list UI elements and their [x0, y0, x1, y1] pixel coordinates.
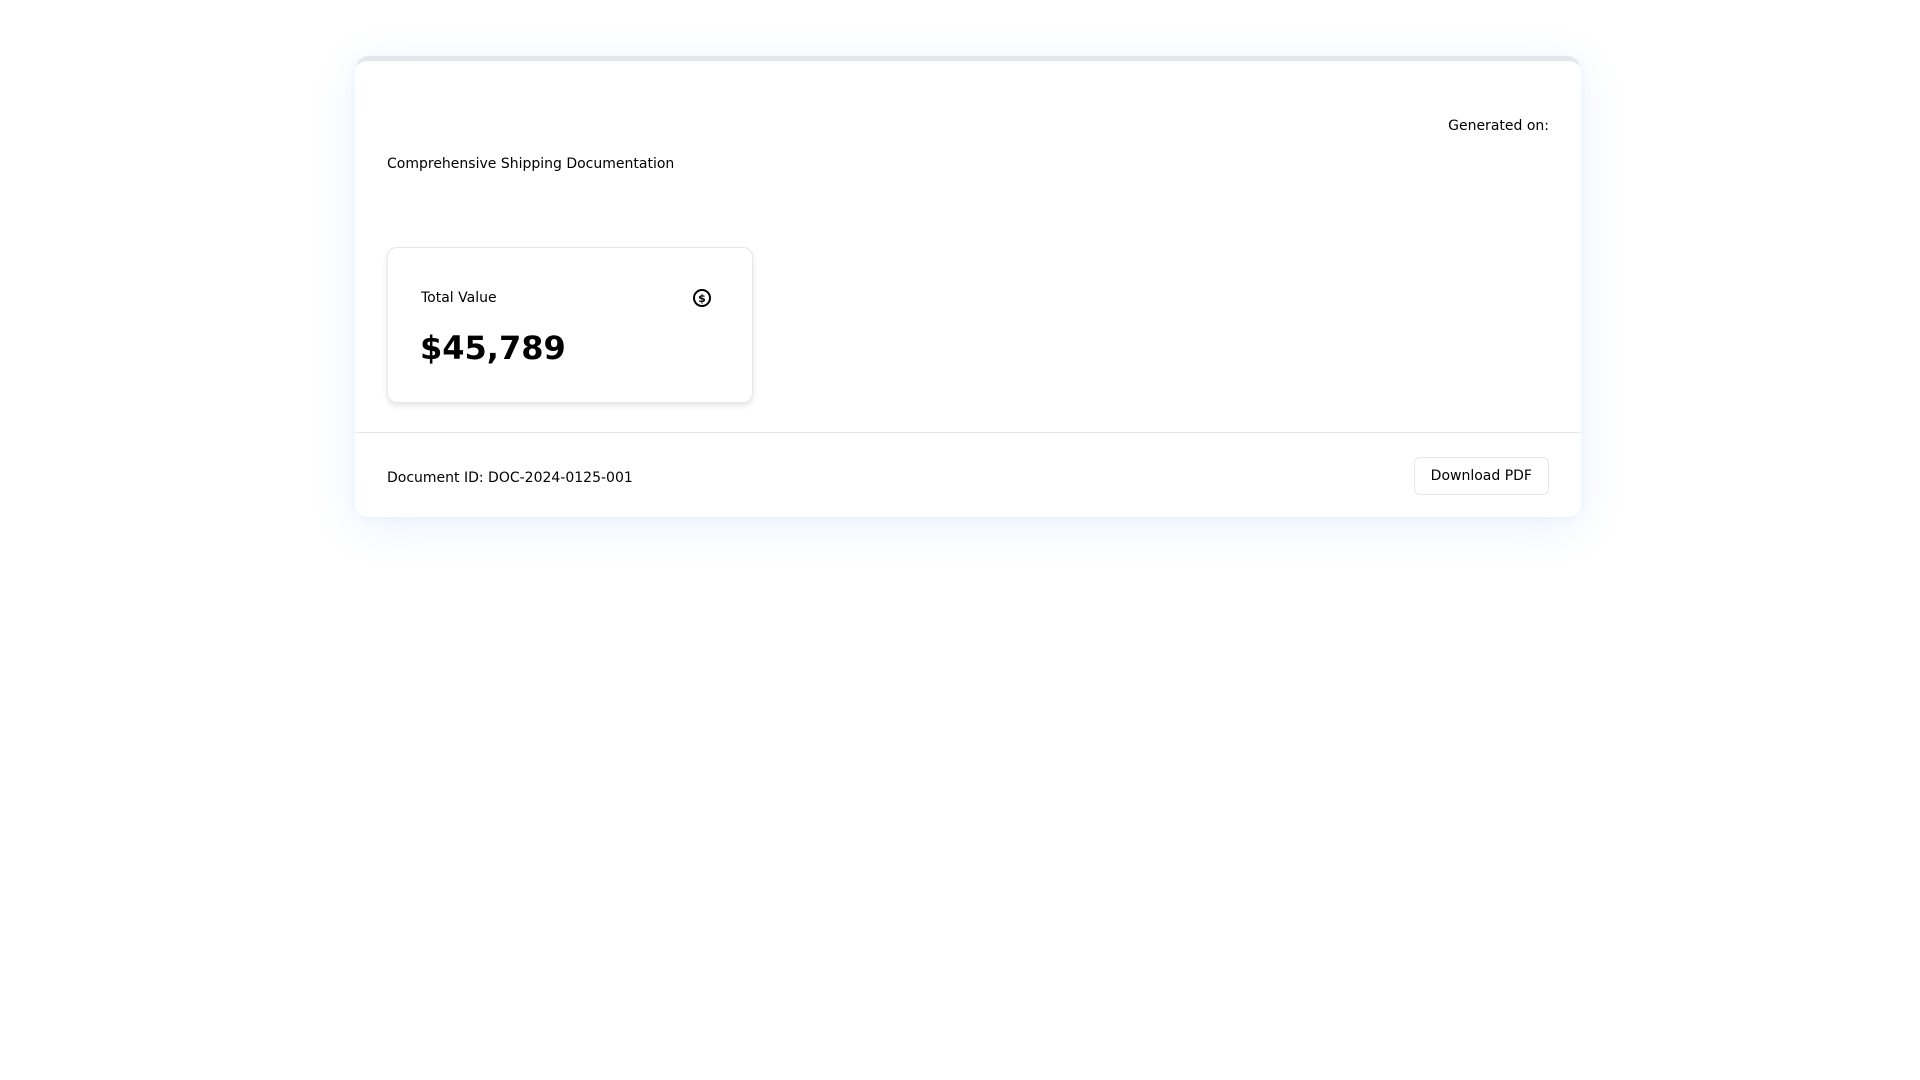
- generated-on-label: Generated on:: [1448, 118, 1549, 134]
- total-value-amount: $45,789: [420, 329, 566, 367]
- svg-text:$: $: [698, 292, 706, 305]
- download-pdf-button[interactable]: Download PDF: [1413, 457, 1549, 495]
- document-id: Document ID: DOC-2024-0125-001: [387, 470, 633, 486]
- dollar-circle-icon: $: [692, 288, 712, 308]
- total-value-card: Total Value $ $45,789: [387, 247, 753, 403]
- footer-divider: [355, 432, 1581, 433]
- total-value-label: Total Value: [421, 290, 497, 306]
- shipping-document-card: Generated on: Comprehensive Shipping Doc…: [355, 56, 1581, 517]
- document-subtitle: Comprehensive Shipping Documentation: [387, 156, 675, 172]
